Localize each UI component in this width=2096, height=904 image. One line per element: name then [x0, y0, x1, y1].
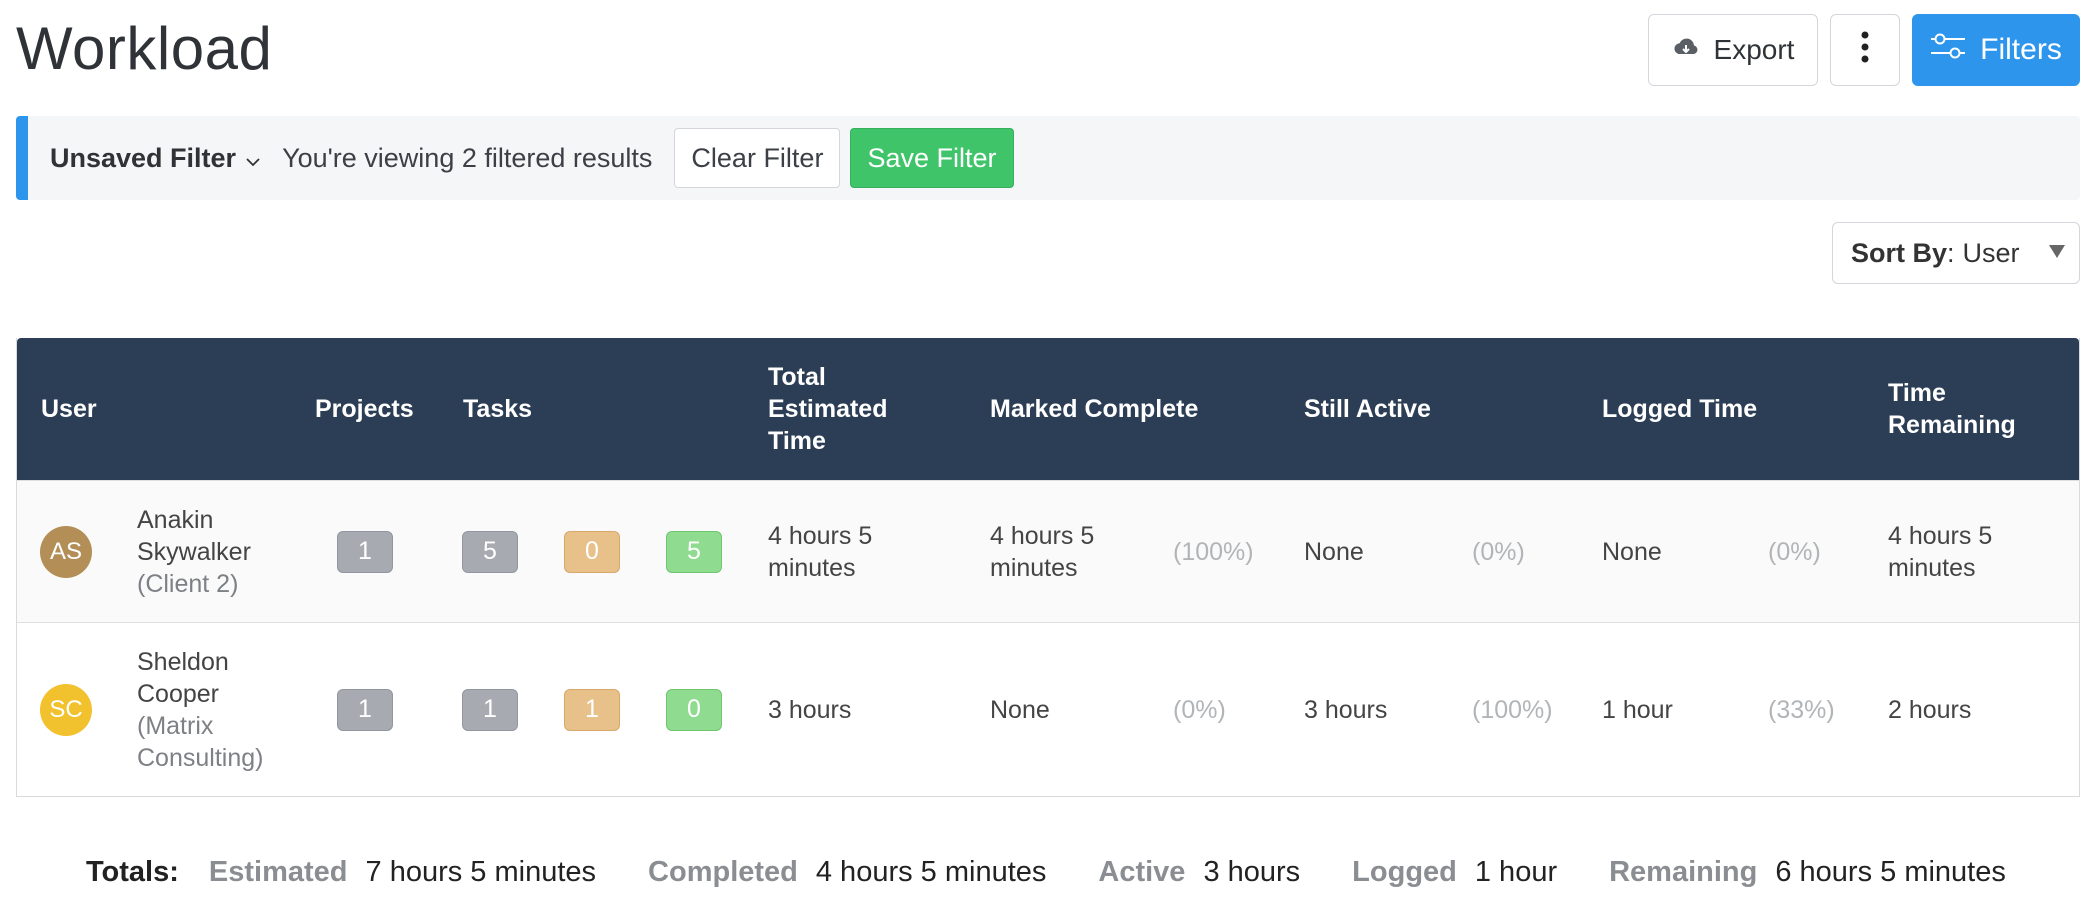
active-label: Active — [1098, 856, 1186, 888]
logged-total: 1 hour — [1474, 856, 1558, 888]
totals-bar: Totals: Estimated 7 hours 5 minutes Comp… — [86, 856, 2006, 889]
user-cell: Sheldon Cooper (Matrix Consulting) — [137, 646, 287, 774]
col-projects[interactable]: Projects — [315, 393, 414, 425]
total-estimated-value: 3 hours — [768, 695, 852, 724]
export-button[interactable]: Export — [1648, 14, 1818, 86]
logged-time-pct: (33%) — [1768, 695, 1835, 724]
table-row[interactable]: SC Sheldon Cooper (Matrix Consulting) 1 … — [17, 622, 2079, 796]
filter-status-text: You're viewing 2 filtered results — [282, 142, 653, 173]
kebab-icon — [1861, 31, 1869, 70]
marked-complete-value: None — [990, 695, 1050, 724]
active-total: 3 hours — [1203, 856, 1301, 888]
more-options-button[interactable] — [1830, 14, 1900, 86]
completed-total: 4 hours 5 minutes — [815, 856, 1047, 888]
logged-time-value: 1 hour — [1602, 695, 1673, 724]
tasks-done-badge: 5 — [666, 530, 722, 573]
tasks-total-badge: 1 — [462, 688, 518, 731]
projects-badge: 1 — [337, 688, 393, 731]
top-actions: Export Filters — [1648, 14, 2080, 86]
user-name[interactable]: Sheldon Cooper — [137, 646, 287, 710]
estimated-total: 7 hours 5 minutes — [365, 856, 597, 888]
filters-label: Filters — [1980, 33, 2062, 66]
logged-label: Logged — [1352, 856, 1457, 888]
col-total-estimated[interactable]: Total Estimated Time — [768, 361, 908, 457]
logged-time-value: None — [1602, 537, 1662, 566]
col-time-remaining[interactable]: Time Remaining — [1888, 377, 2028, 441]
projects-badge: 1 — [337, 530, 393, 573]
sort-by-value: User — [1962, 237, 2020, 268]
clear-filter-button[interactable]: Clear Filter — [674, 128, 841, 188]
remaining-label: Remaining — [1609, 856, 1758, 888]
tasks-open-badge: 1 — [564, 688, 620, 731]
time-remaining-value: 4 hours 5 minutes — [1888, 521, 1993, 582]
logged-time-pct: (0%) — [1768, 537, 1821, 566]
user-client: (Matrix Consulting) — [137, 711, 264, 772]
col-tasks[interactable]: Tasks — [463, 393, 532, 425]
col-marked-complete[interactable]: Marked Complete — [990, 393, 1198, 425]
workload-table: User Projects Tasks Total Estimated Time… — [16, 338, 2080, 797]
col-user[interactable]: User — [41, 393, 97, 425]
user-name[interactable]: Anakin Skywalker — [137, 504, 287, 568]
tasks-open-badge: 0 — [564, 530, 620, 573]
still-active-pct: (0%) — [1472, 537, 1525, 566]
sort-by-label: Sort By — [1851, 237, 1948, 268]
filter-bar: Unsaved Filter You're viewing 2 filtered… — [16, 116, 2080, 200]
user-client: (Client 2) — [137, 569, 239, 598]
page-title: Workload — [16, 15, 273, 82]
chevron-down-icon — [246, 143, 260, 174]
col-logged-time[interactable]: Logged Time — [1602, 393, 1757, 425]
still-active-pct: (100%) — [1472, 695, 1553, 724]
cloud-download-icon — [1672, 34, 1700, 66]
export-label: Export — [1713, 34, 1795, 65]
filter-dropdown[interactable]: Unsaved Filter — [50, 143, 260, 174]
user-cell: Anakin Skywalker (Client 2) — [137, 504, 287, 600]
still-active-value: 3 hours — [1304, 695, 1388, 724]
filters-button[interactable]: Filters — [1912, 14, 2080, 86]
total-estimated-value: 4 hours 5 minutes — [768, 521, 873, 582]
sliders-icon — [1930, 33, 1966, 67]
caret-down-icon — [2049, 245, 2065, 258]
table-header: User Projects Tasks Total Estimated Time… — [17, 338, 2079, 480]
marked-complete-value: 4 hours 5 minutes — [990, 521, 1095, 582]
marked-complete-pct: (0%) — [1173, 695, 1226, 724]
avatar: AS — [40, 525, 92, 578]
completed-label: Completed — [648, 856, 798, 888]
sort-by-select[interactable]: Sort By: User — [1832, 222, 2080, 284]
still-active-value: None — [1304, 537, 1364, 566]
marked-complete-pct: (100%) — [1173, 537, 1254, 566]
time-remaining-value: 2 hours — [1888, 695, 1972, 724]
remaining-total: 6 hours 5 minutes — [1775, 856, 2006, 888]
tasks-total-badge: 5 — [462, 530, 518, 573]
estimated-label: Estimated — [208, 856, 348, 888]
table-row[interactable]: AS Anakin Skywalker (Client 2) 1 5 0 5 4… — [17, 480, 2079, 624]
sort-by-colon: : — [1947, 237, 1955, 268]
filter-name: Unsaved Filter — [50, 142, 237, 173]
tasks-done-badge: 0 — [666, 688, 722, 731]
col-still-active[interactable]: Still Active — [1304, 393, 1431, 425]
totals-label: Totals: — [86, 856, 179, 888]
save-filter-button[interactable]: Save Filter — [850, 128, 1014, 188]
avatar: SC — [40, 683, 92, 736]
